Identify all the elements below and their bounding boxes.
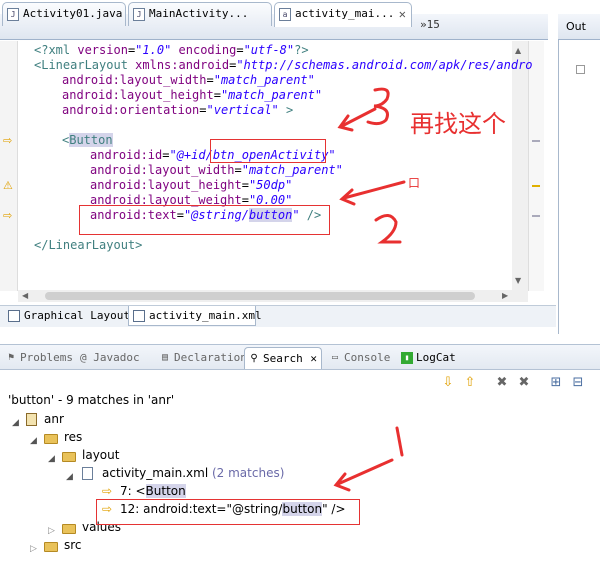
tab-xml-source[interactable]: activity_main.xml bbox=[128, 306, 262, 326]
remove-all-icon[interactable]: ✖ bbox=[516, 375, 532, 391]
tree-item-match-1[interactable]: 7: <Button bbox=[120, 482, 186, 500]
expand-arrow-icon[interactable]: ◢ bbox=[12, 414, 19, 432]
tab-logcat[interactable]: ▮ LogCat bbox=[398, 347, 458, 369]
expand-arrow-icon[interactable]: ◢ bbox=[48, 450, 55, 468]
annotation-box-match bbox=[96, 499, 360, 525]
tree-item-src[interactable]: src bbox=[64, 536, 82, 554]
logcat-icon: ▮ bbox=[401, 352, 413, 364]
xml-file-icon bbox=[82, 467, 93, 480]
folder-icon bbox=[44, 542, 58, 552]
remove-match-icon[interactable]: ✖ bbox=[494, 375, 510, 391]
search-icon: ⚲ bbox=[250, 353, 258, 364]
declaration-icon: ▤ bbox=[161, 352, 169, 363]
search-results-title: 'button' - 9 matches in 'anr' bbox=[8, 393, 175, 407]
tree-item-layout[interactable]: layout bbox=[82, 446, 119, 464]
search-results-tree: ◢ anr ◢ res ◢ layout ◢ activity_main.xml… bbox=[0, 410, 600, 569]
collapse-arrow-icon[interactable]: ▷ bbox=[48, 522, 55, 540]
layout-icon bbox=[8, 310, 20, 322]
collapse-arrow-icon[interactable]: ▷ bbox=[30, 540, 37, 558]
match-arrow-icon: ⇨ bbox=[102, 484, 113, 498]
tab-problems[interactable]: ⚑ Problems bbox=[2, 347, 74, 369]
xml-file-icon bbox=[133, 310, 145, 322]
tree-item-res[interactable]: res bbox=[64, 428, 82, 446]
close-icon[interactable]: ✕ bbox=[310, 348, 317, 370]
annotation-note: 再找这个 bbox=[410, 110, 506, 138]
project-icon bbox=[26, 413, 37, 426]
problems-icon: ⚑ bbox=[7, 352, 15, 363]
collapse-all-icon[interactable]: ⊟ bbox=[570, 375, 586, 391]
tree-item-project[interactable]: anr bbox=[44, 410, 64, 428]
tab-search[interactable]: ⚲ Search ✕ bbox=[244, 347, 322, 369]
tab-declaration[interactable]: ▤ Declaration bbox=[156, 347, 247, 369]
annotation-small-box: 口 bbox=[408, 176, 421, 190]
previous-match-icon[interactable]: ⇧ bbox=[462, 375, 478, 391]
expand-arrow-icon[interactable]: ◢ bbox=[66, 468, 73, 486]
folder-icon bbox=[62, 524, 76, 534]
tab-javadoc[interactable]: @ Javadoc bbox=[76, 347, 154, 369]
expand-arrow-icon[interactable]: ◢ bbox=[30, 432, 37, 450]
tab-graphical-layout[interactable]: Graphical Layout bbox=[4, 306, 130, 326]
folder-icon bbox=[62, 452, 76, 462]
expand-all-icon[interactable]: ⊞ bbox=[548, 375, 564, 391]
tab-console[interactable]: ▭ Console bbox=[326, 347, 396, 369]
console-icon: ▭ bbox=[331, 352, 339, 363]
tree-item-file[interactable]: activity_main.xml (2 matches) bbox=[102, 464, 284, 482]
next-match-icon[interactable]: ⇩ bbox=[440, 375, 456, 391]
folder-icon bbox=[44, 434, 58, 444]
